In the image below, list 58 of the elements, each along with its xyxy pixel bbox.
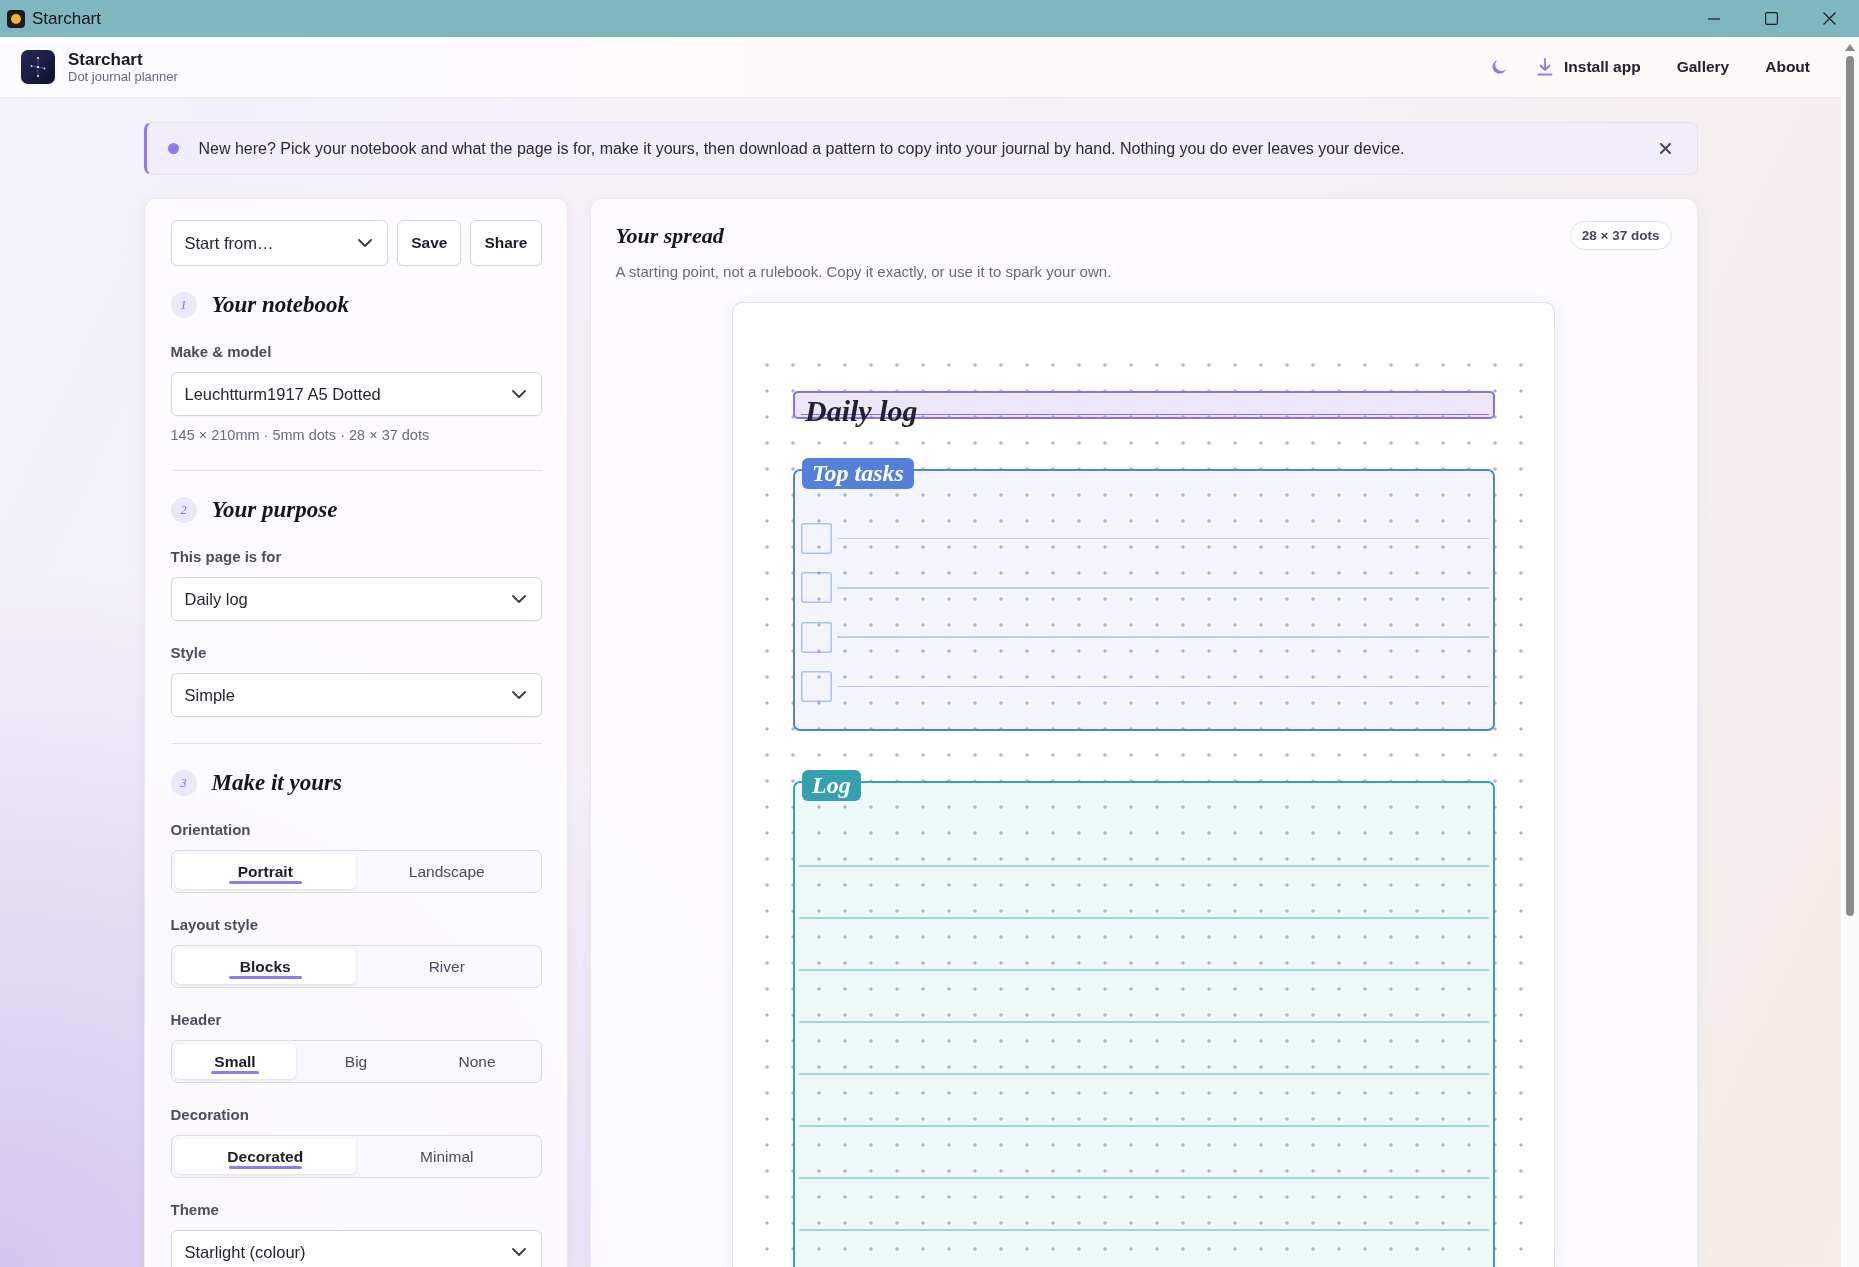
field-label: Orientation bbox=[170, 820, 252, 840]
preset-dropdown[interactable]: Start from… bbox=[170, 220, 389, 266]
banner-text: New here? Pick your notebook and what the page is for, make it yours, then download a pattern to copy into your journal by hand. Nothing you do ever leaves your device. bbox=[198, 139, 1405, 158]
chevron-down-icon bbox=[358, 239, 373, 247]
step-number: 3 bbox=[170, 770, 197, 796]
segment-option[interactable]: None bbox=[416, 1044, 538, 1079]
preview-subtitle: A starting point, not a rulebook. Copy it exactly, or use it to spark your own. bbox=[615, 262, 1113, 282]
nav-link[interactable]: About bbox=[1765, 58, 1810, 76]
logo-icon bbox=[21, 50, 55, 84]
field-hint: 145 × 210mm · 5mm dots · 28 × 37 dots bbox=[170, 426, 431, 444]
scroll-up-icon[interactable] bbox=[1845, 44, 1855, 51]
app-tagline: Dot journal planner bbox=[68, 69, 178, 84]
chevron-down-icon bbox=[511, 691, 526, 699]
nav-link[interactable]: Gallery bbox=[1676, 58, 1730, 76]
block-label: Log bbox=[802, 769, 861, 801]
block-label: Top tasks bbox=[802, 458, 914, 489]
dropdown[interactable]: Starlight (colour) bbox=[170, 1230, 542, 1267]
field-label: Theme bbox=[170, 1200, 220, 1220]
dropdown[interactable]: Simple bbox=[170, 673, 542, 717]
field-label: This page is for bbox=[170, 547, 283, 567]
field-label: Style bbox=[170, 643, 208, 663]
app-icon bbox=[7, 9, 25, 28]
download-icon bbox=[1537, 58, 1553, 76]
preview-title: Your spread bbox=[615, 222, 724, 249]
chevron-down-icon bbox=[511, 1248, 526, 1256]
close-icon[interactable] bbox=[1823, 12, 1836, 25]
step-number: 1 bbox=[170, 292, 197, 318]
grid-size-tag: 28 × 37 dots bbox=[1569, 221, 1672, 250]
section-title: Your notebook bbox=[211, 291, 349, 319]
segment-option[interactable]: Blocks bbox=[174, 949, 356, 984]
scrollbar-thumb[interactable] bbox=[1846, 56, 1854, 916]
dropdown[interactable]: Leuchtturm1917 A5 Dotted bbox=[170, 372, 542, 416]
status-dot-icon bbox=[167, 143, 179, 154]
save-button[interactable]: Save bbox=[397, 220, 462, 266]
segment-option[interactable]: River bbox=[356, 949, 538, 984]
maximize-icon[interactable] bbox=[1765, 12, 1778, 25]
segment-option[interactable]: Portrait bbox=[174, 854, 356, 889]
section-title: Make it yours bbox=[211, 769, 342, 797]
dropdown[interactable]: Daily log bbox=[170, 577, 542, 621]
step-number: 2 bbox=[170, 497, 197, 523]
segment-option[interactable]: Minimal bbox=[356, 1139, 538, 1174]
share-button[interactable]: Share bbox=[470, 220, 542, 266]
segment-option[interactable]: Landscape bbox=[356, 854, 538, 889]
window-title: Starchart bbox=[32, 8, 101, 29]
app-name: Starchart bbox=[68, 50, 144, 69]
chevron-down-icon bbox=[511, 390, 526, 398]
segment-option[interactable]: Decorated bbox=[174, 1139, 356, 1174]
install-button[interactable]: Install app bbox=[1537, 58, 1641, 76]
field-label: Header bbox=[170, 1010, 223, 1030]
moon-icon[interactable] bbox=[1491, 59, 1507, 75]
segment-option[interactable]: Small bbox=[174, 1044, 296, 1079]
field-label: Layout style bbox=[170, 915, 260, 935]
field-label: Make & model bbox=[170, 342, 273, 362]
chevron-down-icon bbox=[511, 595, 526, 603]
field-label: Decoration bbox=[170, 1105, 250, 1125]
close-icon[interactable] bbox=[1659, 143, 1671, 154]
segment-option[interactable]: Big bbox=[295, 1044, 417, 1079]
section-title: Your purpose bbox=[211, 496, 338, 524]
